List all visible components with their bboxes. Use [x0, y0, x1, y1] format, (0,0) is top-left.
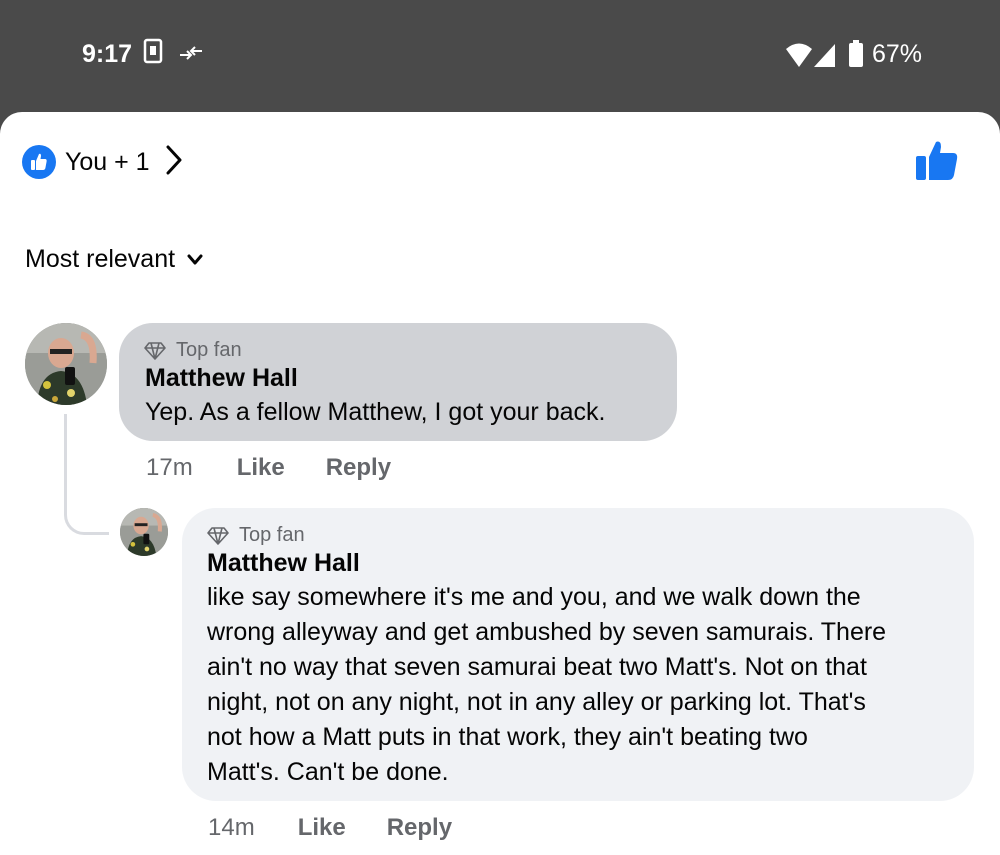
sort-dropdown[interactable]: Most relevant [25, 245, 203, 274]
reply-thread-line [64, 414, 109, 535]
notification-card-icon [143, 38, 163, 69]
chevron-right-icon [166, 145, 182, 180]
battery-percent: 67% [872, 40, 923, 68]
avatar[interactable] [25, 323, 107, 405]
diamond-icon [207, 526, 229, 545]
comment-bubble: Top fan Matthew Hall Yep. As a fellow Ma… [119, 323, 677, 441]
comment-text: Yep. As a fellow Matthew, I got your bac… [145, 398, 606, 426]
chevron-down-icon [187, 254, 203, 264]
reply-link[interactable]: Reply [326, 454, 391, 482]
like-button-thumbs-up-icon[interactable] [914, 140, 960, 187]
status-time: 9:17 [82, 40, 133, 68]
wifi-icon [785, 42, 813, 73]
comment-text-line: ain't no way that seven samurai beat two… [207, 653, 867, 681]
comment-text-line: wrong alleyway and get ambushed by seven… [207, 618, 887, 646]
comment-text-line: night, not on any night, not in any alle… [207, 688, 866, 716]
comment-text-line: like say somewhere it's me and you, and … [207, 583, 861, 611]
reactions-summary[interactable]: You + 1 [22, 142, 182, 182]
like-link[interactable]: Like [298, 814, 346, 842]
top-fan-badge: Top fan [144, 339, 242, 362]
comments-sheet: You + 1 Most relevant Top fan Matthew Ha… [0, 112, 1000, 855]
avatar[interactable] [120, 508, 168, 556]
reply-bubble: Top fan Matthew Hall like say somewhere … [182, 508, 974, 801]
badge-label: Top fan [176, 339, 242, 361]
cell-signal-icon [813, 42, 837, 73]
diamond-icon [144, 341, 166, 360]
comment-time: 17m [146, 454, 193, 481]
comment-text-line: Matt's. Can't be done. [207, 758, 449, 786]
comment-actions: 14m Like Reply [208, 814, 452, 842]
reply-link[interactable]: Reply [387, 814, 452, 842]
comment-actions: 17m Like Reply [146, 454, 391, 482]
status-bar: 9:17 67% [0, 0, 1000, 112]
comment-author[interactable]: Matthew Hall [207, 549, 360, 578]
reactions-label: You + 1 [65, 147, 150, 176]
thumbs-up-icon [22, 145, 56, 179]
battery-icon [848, 40, 864, 73]
sort-label: Most relevant [25, 245, 176, 273]
comment-text: like say somewhere it's me and you, and … [207, 580, 886, 790]
top-fan-badge: Top fan [207, 524, 305, 547]
comment-text-line: not how a Matt puts in that work, they a… [207, 723, 808, 751]
badge-label: Top fan [239, 524, 305, 546]
comment-time: 14m [208, 814, 255, 841]
like-link[interactable]: Like [237, 454, 285, 482]
data-arrows-icon [178, 44, 204, 69]
comment-author[interactable]: Matthew Hall [145, 364, 298, 393]
